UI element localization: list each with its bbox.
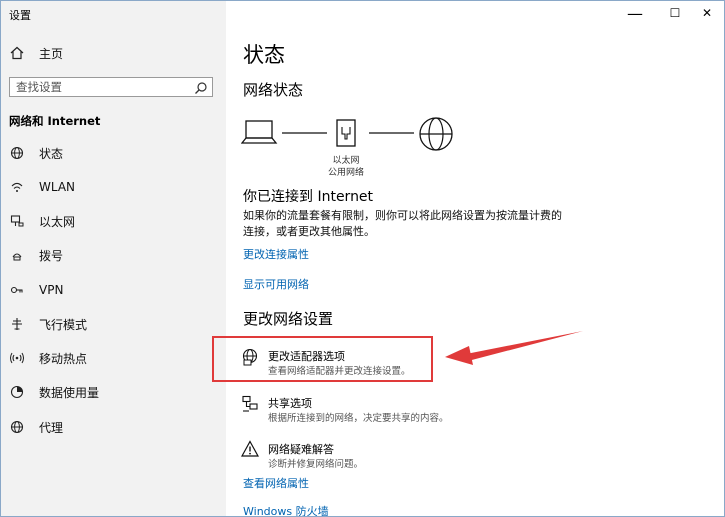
search-icon[interactable]	[194, 80, 208, 94]
sidebar-item-status[interactable]: 状态	[1, 140, 226, 166]
sidebar-item-vpn[interactable]: VPN	[1, 277, 226, 303]
sidebar-item-dialup[interactable]: 拨号	[1, 242, 226, 268]
dialup-icon	[9, 247, 25, 263]
annotation-arrow	[445, 331, 583, 365]
change-settings-heading: 更改网络设置	[243, 310, 334, 328]
option-description: 根据所连接到的网络，决定要共享的内容。	[268, 413, 449, 424]
sidebar-item-label: 以太网	[39, 214, 76, 229]
vpn-icon	[9, 282, 25, 298]
internet-globe-icon	[419, 117, 453, 151]
change-connection-properties-link[interactable]: 更改连接属性	[243, 246, 309, 262]
close-button[interactable]: ✕	[689, 1, 724, 25]
app-title: 设置	[9, 9, 31, 22]
sidebar-item-proxy[interactable]: 代理	[1, 414, 226, 440]
computer-icon	[241, 120, 278, 144]
sidebar-item-hotspot[interactable]: 移动热点	[1, 345, 226, 371]
page-title: 状态	[243, 43, 285, 67]
network-status-heading: 网络状态	[243, 81, 304, 99]
network-profile: 公用网络	[327, 168, 364, 178]
network-troubleshooter-button[interactable]: 网络疑难解答 诊断并修复网络问题。	[240, 437, 441, 471]
hotspot-icon	[9, 350, 25, 366]
home-icon	[9, 45, 25, 61]
sharing-options-button[interactable]: 共享选项 根据所连接到的网络，决定要共享的内容。	[241, 391, 461, 425]
view-network-properties-link[interactable]: 查看网络属性	[243, 475, 309, 491]
search-box[interactable]	[9, 77, 213, 97]
airplane-icon	[9, 316, 25, 332]
ethernet-adapter-icon	[336, 119, 356, 147]
sharing-icon	[241, 395, 259, 417]
sidebar-item-label: 移动热点	[39, 351, 88, 366]
maximize-button[interactable]: ☐	[657, 1, 693, 25]
sidebar-item-wlan[interactable]: WLAN	[1, 174, 226, 200]
wifi-icon	[9, 179, 25, 195]
sidebar-item-ethernet[interactable]: 以太网	[1, 208, 226, 234]
sidebar-item-label: VPN	[39, 283, 64, 297]
show-available-networks-link[interactable]: 显示可用网络	[243, 276, 309, 292]
search-input[interactable]	[16, 80, 186, 94]
sidebar-item-label: 数据使用量	[39, 385, 100, 400]
section-title: 网络和 Internet	[9, 114, 101, 128]
sidebar: 设置 主页 网络和 Internet 状态 WLAN	[1, 1, 226, 516]
network-diagram	[241, 117, 453, 151]
settings-window: 设置 主页 网络和 Internet 状态 WLAN	[0, 0, 725, 517]
sidebar-item-airplane[interactable]: 飞行模式	[1, 311, 226, 337]
sidebar-item-label: 飞行模式	[39, 317, 88, 332]
home-button[interactable]: 主页	[1, 40, 226, 66]
highlight-box	[212, 336, 433, 382]
connected-heading: 你已连接到 Internet	[243, 189, 374, 205]
proxy-icon	[9, 419, 25, 435]
option-description: 诊断并修复网络问题。	[268, 459, 364, 470]
sidebar-item-label: WLAN	[39, 180, 76, 194]
sidebar-item-label: 拨号	[39, 248, 64, 263]
sidebar-item-label: 代理	[39, 420, 64, 435]
connected-description: 如果你的流量套餐有限制，则你可以将此网络设置为按流量计费的连接，或者更改其他属性…	[243, 209, 562, 238]
option-title: 共享选项	[268, 397, 312, 410]
warning-icon	[240, 440, 260, 462]
main-content: — ☐ ✕ 状态 网络状态 以太网 公用网络 你已连接到 Internet 如果…	[227, 1, 724, 516]
sidebar-item-data-usage[interactable]: 数据使用量	[1, 379, 226, 405]
adapter-caption: 以太网 公用网络	[321, 155, 371, 179]
windows-firewall-link[interactable]: Windows 防火墙	[243, 503, 329, 516]
data-usage-icon	[9, 384, 25, 400]
sidebar-item-label: 状态	[39, 146, 64, 161]
option-title: 网络疑难解答	[268, 443, 334, 456]
home-label: 主页	[39, 46, 64, 61]
globe-icon	[9, 145, 25, 161]
ethernet-icon	[9, 213, 25, 229]
minimize-button[interactable]: —	[617, 1, 653, 25]
adapter-name: 以太网	[332, 156, 360, 166]
